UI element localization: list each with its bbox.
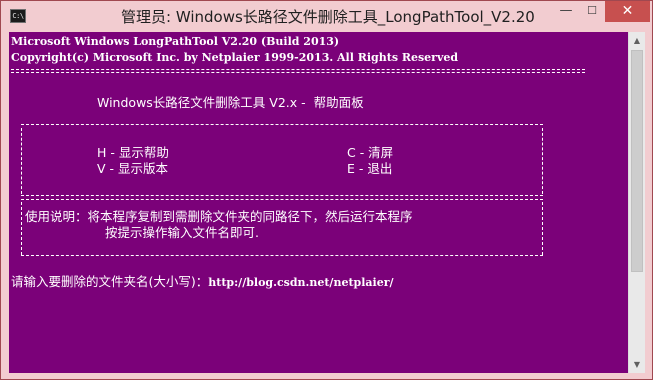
panel-middle-border xyxy=(21,195,543,196)
maximize-button[interactable]: ☐ xyxy=(579,1,605,22)
double-separator xyxy=(11,69,585,73)
cmd-help: H - 显示帮助 xyxy=(97,145,169,160)
scroll-up-icon[interactable]: ▲ xyxy=(629,32,645,49)
cmd-app-icon[interactable]: C:\ xyxy=(10,9,26,23)
cmd-clear: C - 清屏 xyxy=(347,145,394,160)
title-bar[interactable]: C:\ 管理员: Windows长路径文件删除工具_LongPathTool_V… xyxy=(1,1,652,32)
usage-line-2: 按提示操作输入文件名即可. xyxy=(105,225,259,240)
usage-line-1: 使用说明：将本程序复制到需删除文件夹的同路径下，然后运行本程序 xyxy=(25,209,413,224)
scrollbar-thumb[interactable] xyxy=(631,50,643,272)
help-panel-title: Windows长路径文件删除工具 V2.x - 帮助面板 xyxy=(97,95,364,110)
input-prompt: 请输入要删除的文件夹名(大小写)： xyxy=(11,274,209,289)
console-window: C:\ 管理员: Windows长路径文件删除工具_LongPathTool_V… xyxy=(0,0,653,380)
console-output[interactable]: Microsoft Windows LongPathTool V2.20 (Bu… xyxy=(9,32,628,373)
panel-bottom-border xyxy=(21,255,543,256)
vertical-scrollbar[interactable]: ▲ ▼ xyxy=(628,32,645,373)
scroll-down-icon[interactable]: ▼ xyxy=(629,356,645,373)
cmd-exit: E - 退出 xyxy=(347,161,393,176)
typed-input[interactable]: http://blog.csdn.net/netplaier/ xyxy=(208,276,393,289)
close-button[interactable]: ✕ xyxy=(605,1,650,22)
banner-line-2: Copyright(c) Microsoft Inc. by Netplaier… xyxy=(11,51,459,64)
minimize-button[interactable]: — xyxy=(553,1,579,22)
panel-top-border xyxy=(21,124,543,125)
cmd-version: V - 显示版本 xyxy=(97,161,169,176)
panel-middle-border-2 xyxy=(21,199,543,200)
banner-line-1: Microsoft Windows LongPathTool V2.20 (Bu… xyxy=(11,35,340,48)
window-title: 管理员: Windows长路径文件删除工具_LongPathTool_V2.20 xyxy=(121,8,535,26)
input-prompt-line[interactable]: 请输入要删除的文件夹名(大小写)：http://blog.csdn.net/ne… xyxy=(11,274,394,291)
